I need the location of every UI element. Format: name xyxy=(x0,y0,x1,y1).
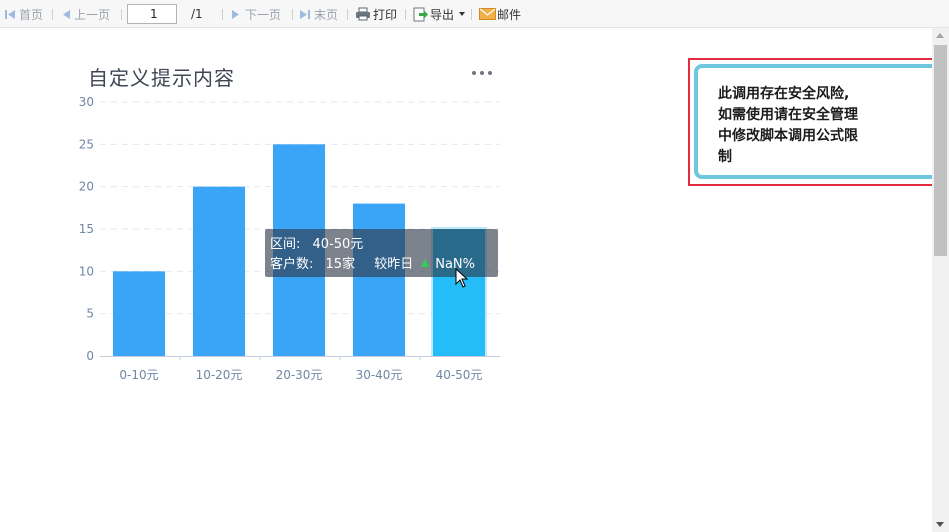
bar xyxy=(353,203,405,356)
tooltip-count-value: 15家 xyxy=(325,257,356,272)
x-tick-label: 40-50元 xyxy=(436,368,483,382)
y-tick-label: 5 xyxy=(86,307,94,321)
vertical-scrollbar[interactable] xyxy=(932,28,949,532)
y-tick-label: 15 xyxy=(79,222,94,236)
y-tick-label: 25 xyxy=(79,137,94,151)
y-tick-label: 20 xyxy=(79,180,94,194)
bar xyxy=(193,186,245,356)
warning-line-3: 中修改脚本调用公式限 xyxy=(718,128,858,144)
bar xyxy=(113,271,165,356)
tooltip-count-label: 客户数: xyxy=(270,257,314,272)
tooltip-interval-value: 40-50元 xyxy=(312,237,364,252)
y-tick-label: 30 xyxy=(79,95,94,109)
y-tick-label: 0 xyxy=(86,349,94,363)
x-tick-label: 10-20元 xyxy=(196,368,243,382)
x-tick-label: 0-10元 xyxy=(119,368,158,382)
warning-line-4: 制 xyxy=(718,149,732,165)
security-warning-text: 此调用存在安全风险, 如需使用请在安全管理 中修改脚本调用公式限 制 xyxy=(718,84,888,168)
report-viewer: { "toolbar": { "first_page": "首页", "prev… xyxy=(0,0,949,532)
x-tick-label: 30-40元 xyxy=(356,368,403,382)
scrollbar-thumb[interactable] xyxy=(934,45,947,256)
tooltip-interval-row: 区间: 40-50元 xyxy=(270,235,498,255)
mouse-cursor-icon xyxy=(455,268,469,288)
y-tick-label: 10 xyxy=(79,264,94,278)
warning-line-1: 此调用存在安全风险, xyxy=(718,86,850,102)
security-warning-panel: 此调用存在安全风险, 如需使用请在安全管理 中修改脚本调用公式限 制 xyxy=(694,64,949,179)
scroll-down-icon[interactable] xyxy=(936,522,944,527)
tooltip-interval-label: 区间: xyxy=(270,237,301,252)
warning-line-2: 如需使用请在安全管理 xyxy=(718,107,858,123)
security-warning-box: 此调用存在安全风险, 如需使用请在安全管理 中修改脚本调用公式限 制 xyxy=(688,58,949,186)
scroll-up-icon[interactable] xyxy=(936,33,944,38)
x-tick-label: 20-30元 xyxy=(276,368,323,382)
up-arrow-icon xyxy=(421,259,430,267)
tooltip-compare-label: 较昨日 xyxy=(374,257,414,272)
